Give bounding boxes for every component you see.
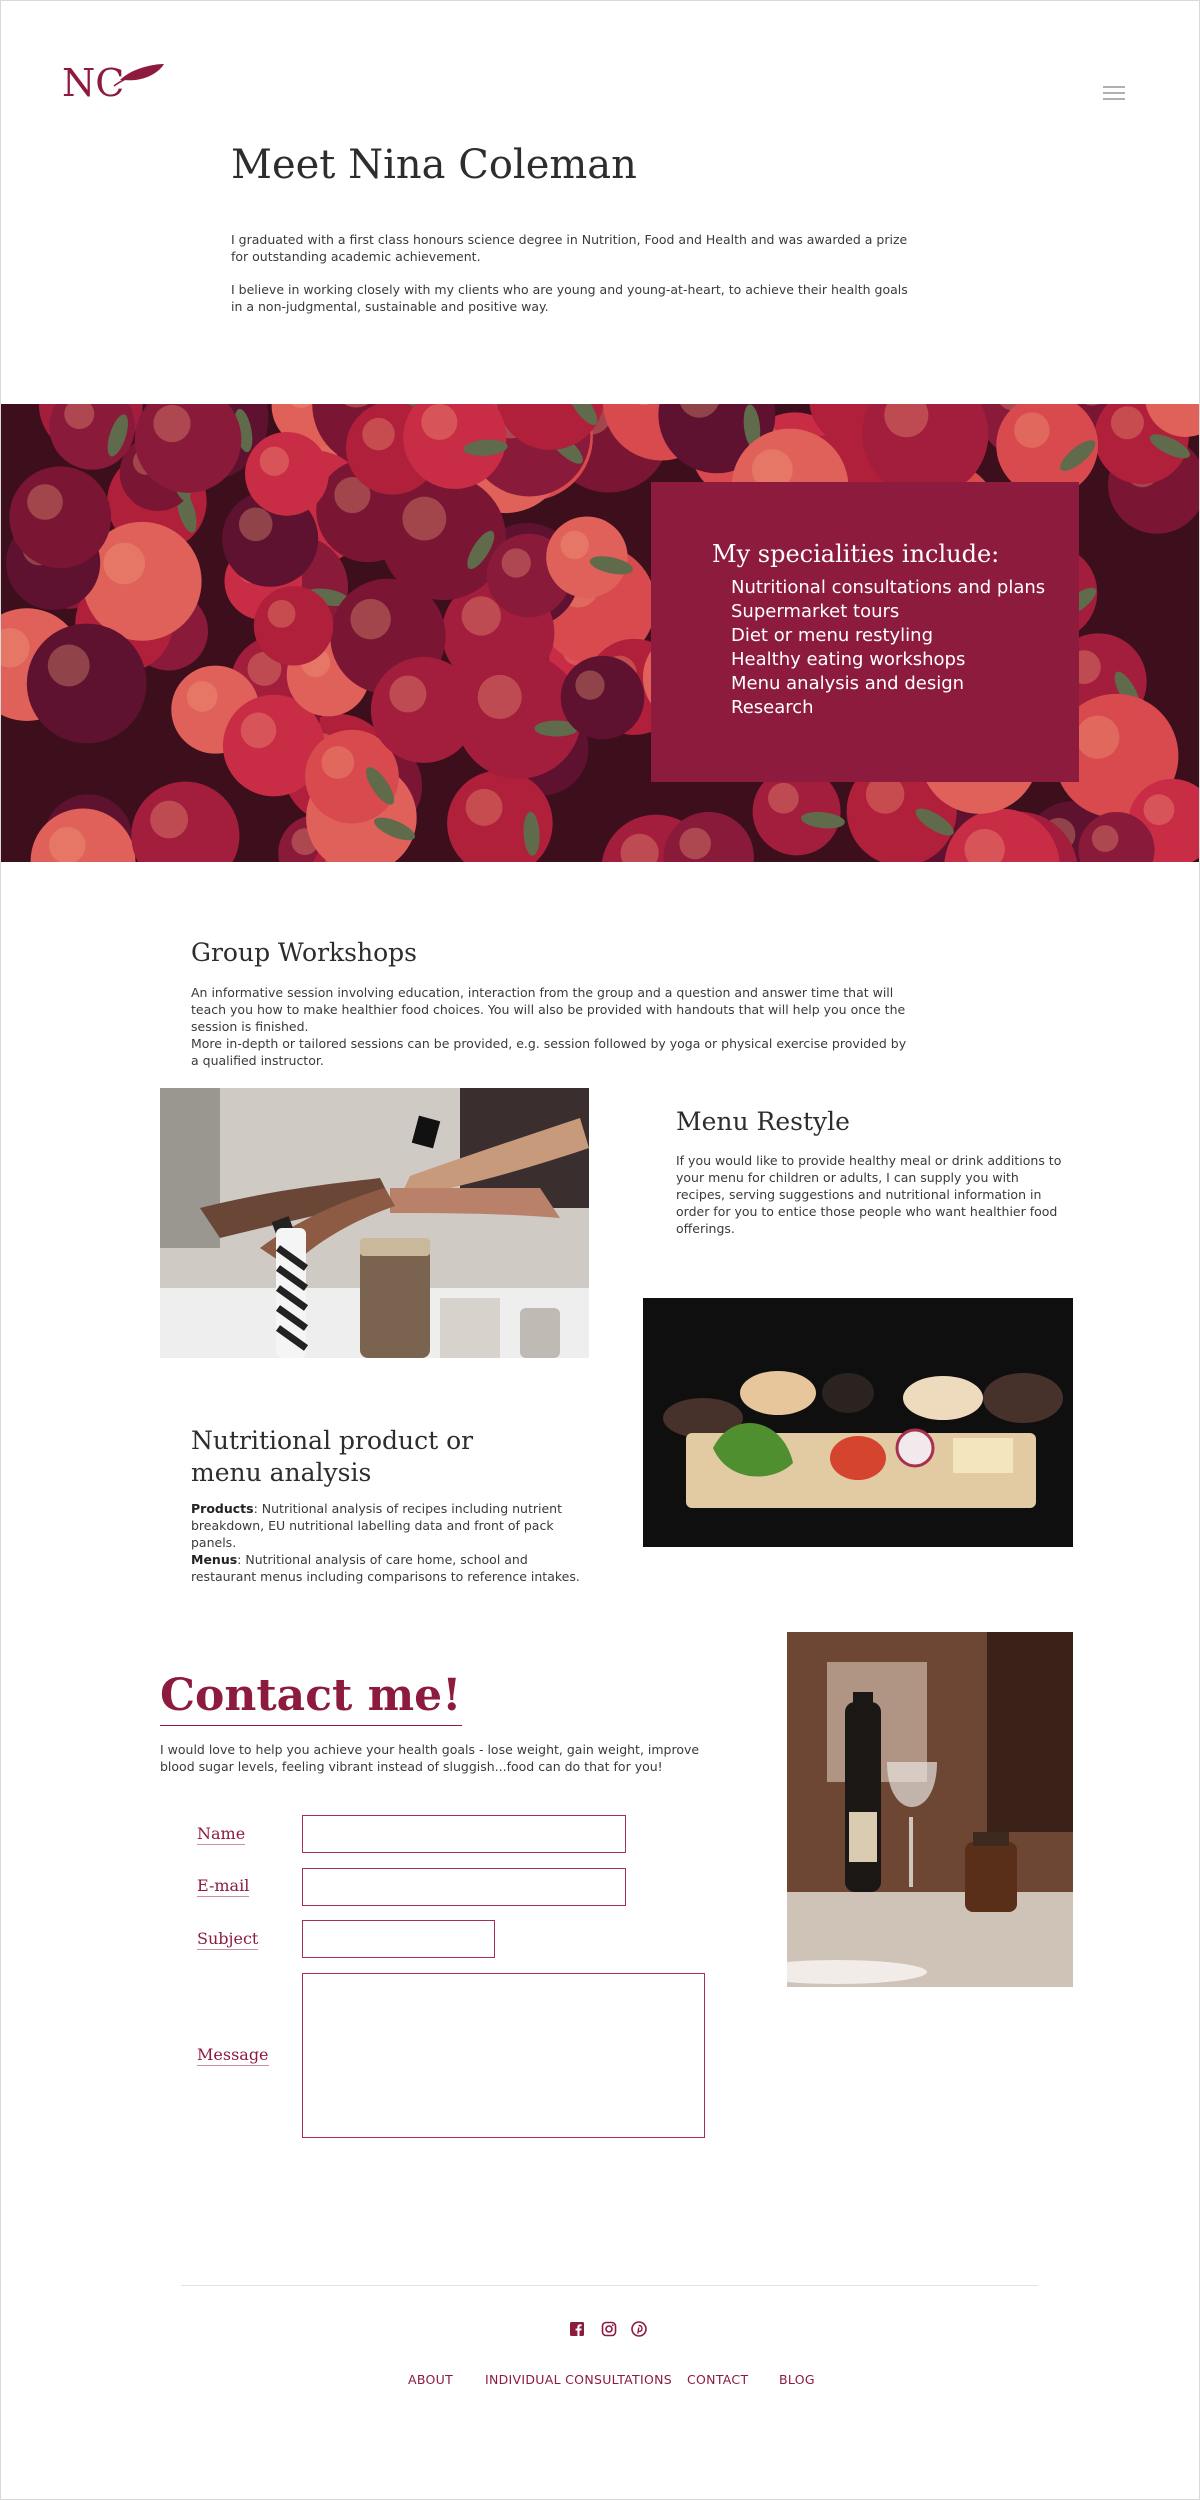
analysis-title-line-2: menu analysis: [191, 1458, 372, 1487]
name-field[interactable]: [302, 1815, 626, 1853]
hamburger-icon: [1103, 86, 1125, 88]
nc-logo[interactable]: NC: [62, 58, 166, 106]
footer-nav-about[interactable]: ABOUT: [408, 2372, 453, 2387]
products-label: Products: [191, 1501, 254, 1516]
speciality-item: Supermarket tours: [731, 601, 900, 622]
speciality-item: Diet or menu restyling: [731, 625, 933, 646]
menu-button[interactable]: [1103, 86, 1125, 100]
subject-field[interactable]: [302, 1920, 495, 1958]
contact-title: Contact me!: [160, 1670, 462, 1726]
speciality-item: Menu analysis and design: [731, 673, 965, 694]
menus-label: Menus: [191, 1552, 238, 1567]
specialities-list: Nutritional consultations and plans Supe…: [712, 576, 1079, 720]
food-board-photo: [643, 1298, 1073, 1547]
specialities-box: My specialities include: Nutritional con…: [651, 482, 1079, 782]
footer-nav-individual-consultations[interactable]: INDIVIDUAL CONSULTATIONS: [485, 2372, 672, 2387]
subject-label: Subject: [197, 1929, 259, 1950]
workshops-title: Group Workshops: [191, 938, 417, 967]
footer-nav-contact[interactable]: CONTACT: [687, 2372, 748, 2387]
wine-table-photo: [787, 1632, 1073, 1987]
menus-text: : Nutritional analysis of care home, sch…: [191, 1552, 580, 1584]
specialities-title: My specialities include:: [712, 540, 1000, 568]
name-label: Name: [197, 1824, 246, 1845]
instagram-icon[interactable]: [601, 2321, 617, 2337]
workshops-paragraph-2: More in-depth or tailored sessions can b…: [191, 1036, 907, 1068]
analysis-title: Nutritional product or menu analysis: [191, 1425, 473, 1489]
message-label: Message: [197, 2045, 269, 2066]
email-label: E-mail: [197, 1876, 250, 1897]
analysis-title-line-1: Nutritional product or: [191, 1426, 474, 1455]
speciality-item: Research: [731, 697, 814, 718]
workshops-paragraph-1: An informative session involving educati…: [191, 985, 906, 1034]
speciality-item: Nutritional consultations and plans: [731, 577, 1046, 598]
intro-paragraph-1: I graduated with a first class honours s…: [231, 232, 908, 264]
logo-text: NC: [62, 61, 124, 105]
page-title: Meet Nina Coleman: [231, 142, 637, 188]
intro-paragraph-2: I believe in working closely with my cli…: [231, 282, 908, 314]
menu-restyle-title: Menu Restyle: [676, 1107, 850, 1136]
menu-restyle-paragraph: If you would like to provide healthy mea…: [676, 1153, 1062, 1236]
contact-paragraph: I would love to help you achieve your he…: [160, 1742, 700, 1774]
facebook-icon[interactable]: [569, 2321, 585, 2337]
analysis-menus-paragraph: Menus: Nutritional analysis of care home…: [191, 1551, 591, 1585]
footer-nav-blog[interactable]: BLOG: [779, 2372, 815, 2387]
analysis-products-paragraph: Products: Nutritional analysis of recipe…: [191, 1500, 591, 1551]
footer-divider: [181, 2285, 1038, 2286]
speciality-item: Healthy eating workshops: [731, 649, 966, 670]
message-field[interactable]: [302, 1973, 705, 2138]
workshop-hands-photo: [160, 1088, 589, 1358]
pinterest-icon[interactable]: [631, 2321, 647, 2337]
email-field[interactable]: [302, 1868, 626, 1906]
